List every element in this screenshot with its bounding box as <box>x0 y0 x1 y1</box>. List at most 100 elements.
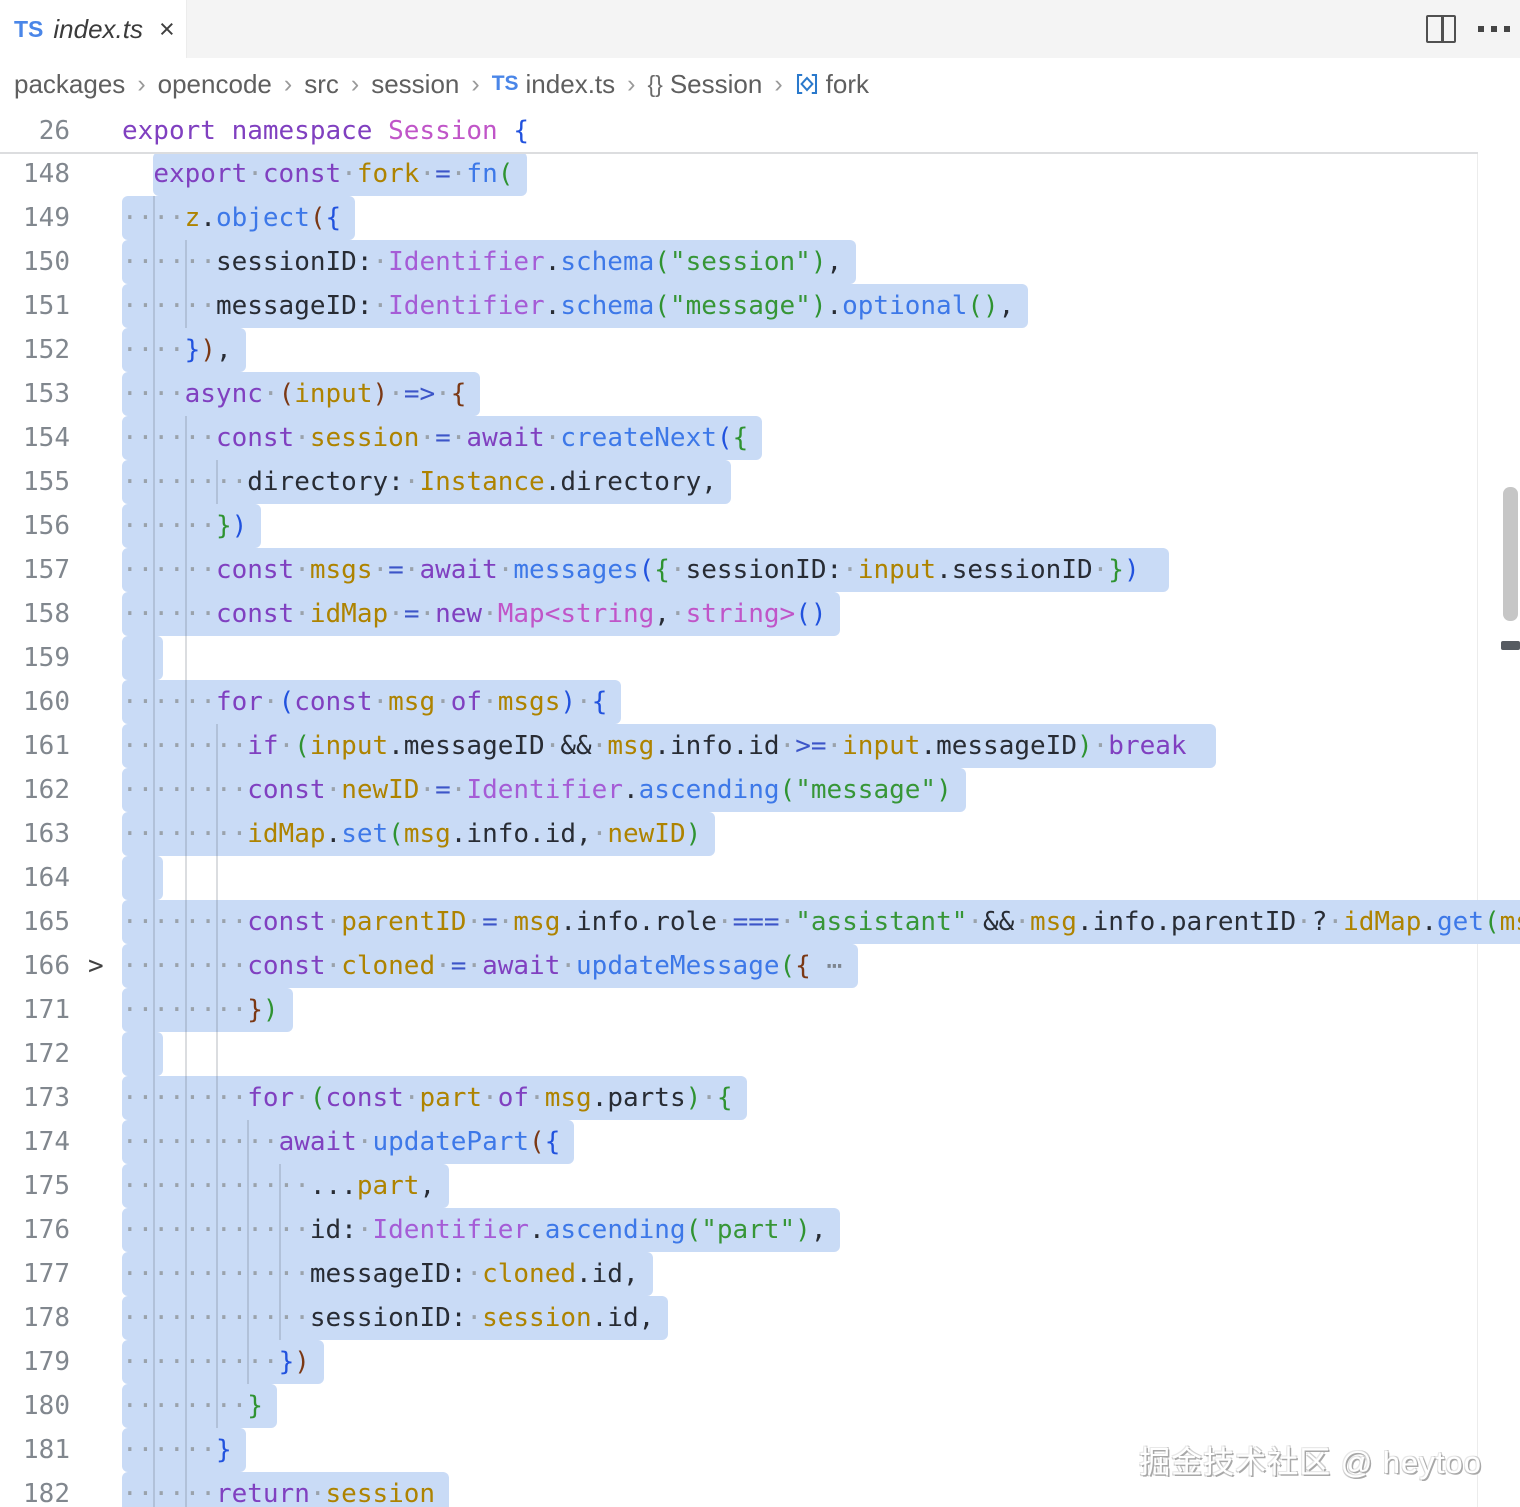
code-line[interactable]: 162 ········const·newID·=·Identifier.asce… <box>0 768 1520 812</box>
code-line[interactable]: 161 ········if·(input.messageID·&&·msg.in… <box>0 724 1520 768</box>
vertical-scrollbar[interactable] <box>1503 487 1518 621</box>
code-line[interactable]: 172 <box>0 1032 1520 1076</box>
indent-guide <box>184 856 187 900</box>
line-number[interactable]: 157 <box>0 548 70 592</box>
line-number[interactable]: 178 <box>0 1296 70 1340</box>
more-actions-icon[interactable] <box>1478 26 1510 32</box>
code-text: ········idMap.set(msg.info.id,·newID) <box>122 819 702 849</box>
line-number[interactable]: 173 <box>0 1076 70 1120</box>
split-editor-icon[interactable] <box>1426 15 1456 43</box>
breadcrumb-label: src <box>304 68 339 99</box>
line-number[interactable]: 171 <box>0 988 70 1032</box>
code-line[interactable]: 173 ········for·(const·part·of·msg.parts)… <box>0 1076 1520 1120</box>
selection-highlight <box>122 636 163 680</box>
code-line[interactable]: 176 ············id:·Identifier.ascending(… <box>0 1208 1520 1252</box>
line-number[interactable]: 149 <box>0 196 70 240</box>
code-line[interactable]: 160 ······for·(const·msg·of·msgs)·{ <box>0 680 1520 724</box>
code-line[interactable]: 175 ············...part, <box>0 1164 1520 1208</box>
tab-index-ts[interactable]: TS index.ts × <box>0 0 187 58</box>
line-number[interactable]: 153 <box>0 372 70 416</box>
indent-guide <box>215 1032 218 1076</box>
code-line[interactable]: 149 ····z.object({ <box>0 196 1520 240</box>
selection-highlight <box>122 1032 163 1076</box>
breadcrumb-item-session[interactable]: {} Session <box>647 69 762 100</box>
breadcrumb-item-session[interactable]: session <box>371 69 459 100</box>
code-text: ············sessionID:·session.id, <box>122 1303 655 1333</box>
code-line[interactable]: 154 ······const·session·=·await·createNex… <box>0 416 1520 460</box>
line-number[interactable]: 174 <box>0 1120 70 1164</box>
code-line[interactable]: 158 ······const·idMap·=·new·Map<string,·s… <box>0 592 1520 636</box>
line-number[interactable]: 150 <box>0 240 70 284</box>
line-number[interactable]: 180 <box>0 1384 70 1428</box>
line-number[interactable]: 166 <box>0 944 70 988</box>
fold-expand-icon[interactable]: > <box>88 944 104 988</box>
line-number[interactable]: 160 <box>0 680 70 724</box>
line-number[interactable]: 179 <box>0 1340 70 1384</box>
line-number[interactable]: 154 <box>0 416 70 460</box>
code-line[interactable]: 152 ····}), <box>0 328 1520 372</box>
breadcrumb-item-fork[interactable]: fork <box>795 69 869 100</box>
code-line[interactable]: 179 ··········}) <box>0 1340 1520 1384</box>
code-text: ······const·idMap·=·new·Map<string,·stri… <box>122 599 827 629</box>
code-text: ········const·parentID·=·msg.info.role·=… <box>122 907 1520 937</box>
line-number[interactable]: 148 <box>0 152 70 196</box>
line-number[interactable]: 152 <box>0 328 70 372</box>
indent-guide <box>153 1032 156 1076</box>
code-text: ············...part, <box>122 1171 436 1201</box>
tab-label: index.ts <box>53 13 143 44</box>
code-line[interactable]: 180 ········} <box>0 1384 1520 1428</box>
code-line[interactable]: 159 <box>0 636 1520 680</box>
code-line[interactable]: 178 ············sessionID:·session.id, <box>0 1296 1520 1340</box>
line-number[interactable]: 181 <box>0 1428 70 1472</box>
code-line[interactable]: 163 ········idMap.set(msg.info.id,·newID) <box>0 812 1520 856</box>
breadcrumb-item-index-ts[interactable]: TS index.ts <box>492 69 615 100</box>
code-line[interactable]: 171 ········}) <box>0 988 1520 1032</box>
code-line[interactable]: 148 export·const·fork·=·fn( <box>0 152 1520 196</box>
breadcrumb-item-src[interactable]: src <box>304 69 339 100</box>
line-number[interactable]: 176 <box>0 1208 70 1252</box>
line-number[interactable]: 161 <box>0 724 70 768</box>
line-number[interactable]: 175 <box>0 1164 70 1208</box>
breadcrumb-item-packages[interactable]: packages <box>14 69 125 100</box>
close-tab-icon[interactable]: × <box>159 15 175 43</box>
line-number[interactable]: 164 <box>0 856 70 900</box>
code-text: ······} <box>122 1435 232 1465</box>
code-line[interactable]: 151 ······messageID:·Identifier.schema("m… <box>0 284 1520 328</box>
code-line[interactable]: 166 > ········const·cloned·=·await·updateM… <box>0 944 1520 988</box>
code-line[interactable]: 26 export namespace Session { <box>0 110 1478 152</box>
code-text: ········}) <box>122 995 279 1025</box>
code-text: export namespace Session { <box>122 116 529 146</box>
line-number[interactable]: 151 <box>0 284 70 328</box>
code-line[interactable]: 155 ········directory:·Instance.directory… <box>0 460 1520 504</box>
code-line[interactable]: 156 ······}) <box>0 504 1520 548</box>
line-number[interactable]: 172 <box>0 1032 70 1076</box>
code-line[interactable]: 164 <box>0 856 1520 900</box>
line-number[interactable]: 155 <box>0 460 70 504</box>
code-text: ········const·cloned·=·await·updateMessa… <box>122 951 843 981</box>
line-number[interactable]: 163 <box>0 812 70 856</box>
sticky-scroll-header[interactable]: 26 export namespace Session { <box>0 110 1478 154</box>
line-number[interactable]: 26 <box>0 110 70 152</box>
line-number[interactable]: 165 <box>0 900 70 944</box>
code-line[interactable]: 157 ······const·msgs·=·await·messages({·s… <box>0 548 1520 592</box>
line-number[interactable]: 159 <box>0 636 70 680</box>
code-line[interactable]: 153 ····async·(input)·=>·{ <box>0 372 1520 416</box>
line-number[interactable]: 162 <box>0 768 70 812</box>
line-number[interactable]: 158 <box>0 592 70 636</box>
code-text: ········if·(input.messageID·&&·msg.info.… <box>122 731 1187 761</box>
code-text: ······const·session·=·await·createNext({ <box>122 423 749 453</box>
code-text: ········for·(const·part·of·msg.parts)·{ <box>122 1083 733 1113</box>
line-number[interactable]: 156 <box>0 504 70 548</box>
code-editor[interactable]: 148 export·const·fork·=·fn(149 ····z.obje… <box>0 152 1520 1507</box>
code-text: ······messageID:·Identifier.schema("mess… <box>122 291 1015 321</box>
code-line[interactable]: 165 ········const·parentID·=·msg.info.rol… <box>0 900 1520 944</box>
line-number[interactable]: 177 <box>0 1252 70 1296</box>
code-text: ······}) <box>122 511 248 541</box>
code-line[interactable]: 174 ··········await·updatePart({ <box>0 1120 1520 1164</box>
indent-guide <box>184 636 187 680</box>
breadcrumb-item-opencode[interactable]: opencode <box>158 69 272 100</box>
breadcrumb-label: packages <box>14 68 126 99</box>
line-number[interactable]: 182 <box>0 1472 70 1507</box>
code-line[interactable]: 150 ······sessionID:·Identifier.schema("s… <box>0 240 1520 284</box>
code-line[interactable]: 177 ············messageID:·cloned.id, <box>0 1252 1520 1296</box>
